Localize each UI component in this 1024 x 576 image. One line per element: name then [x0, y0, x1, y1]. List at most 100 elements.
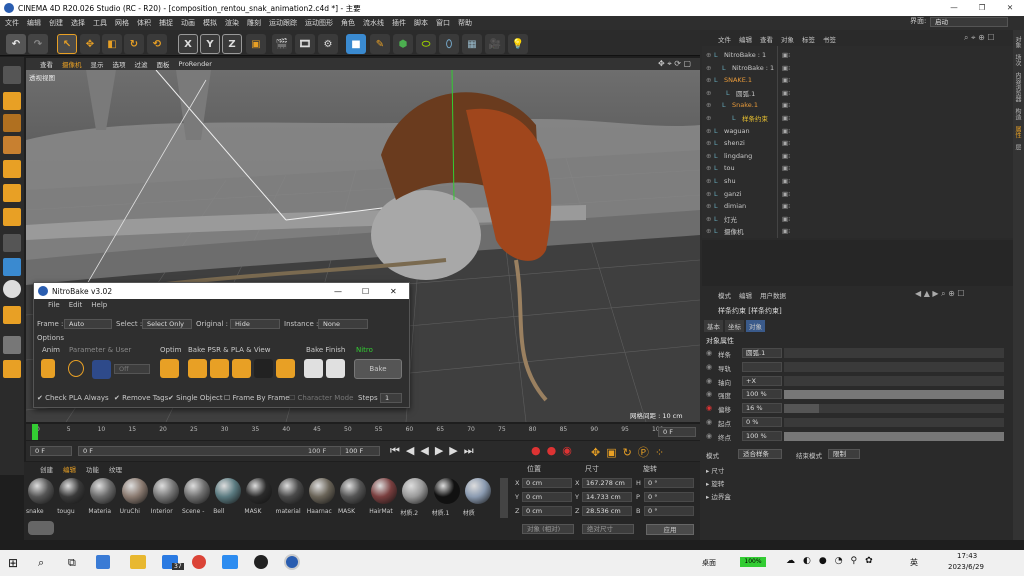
- expand-icon[interactable]: ⊕: [706, 215, 714, 223]
- viewport-menu-item[interactable]: 查看: [40, 59, 53, 69]
- start-frame-field[interactable]: 0 F: [30, 446, 72, 456]
- object-row[interactable]: ⊕ L 摄像机 ▣⁝: [706, 225, 1006, 237]
- bird-app-icon[interactable]: [222, 555, 238, 569]
- attribute-slider[interactable]: [784, 404, 1004, 414]
- material-thumbnail[interactable]: [464, 478, 491, 504]
- visibility-icon[interactable]: ▣⁝: [782, 101, 790, 109]
- expand-icon[interactable]: ⊕: [706, 202, 714, 210]
- menu-item[interactable]: 体积: [137, 18, 151, 28]
- menu-item[interactable]: 文件: [5, 18, 19, 28]
- material-tab[interactable]: 编辑: [63, 464, 76, 474]
- object-row[interactable]: ⊕ L SNAKE.1 ▣⁝: [706, 74, 1006, 86]
- instance-select[interactable]: None: [318, 319, 368, 329]
- material-scrollbar[interactable]: [500, 478, 508, 518]
- attribute-value[interactable]: [742, 361, 782, 372]
- side-tab[interactable]: 属性: [1013, 126, 1022, 138]
- material-thumbnail[interactable]: [121, 478, 148, 504]
- viewport-menu-item[interactable]: ProRender: [179, 60, 212, 68]
- dialog-menu-item[interactable]: File: [48, 301, 60, 309]
- object-row[interactable]: ⊕ L 灯光 ▣⁝: [706, 213, 1006, 225]
- parameter-icon[interactable]: [68, 360, 84, 377]
- expand-icon[interactable]: ⊕: [706, 51, 714, 59]
- menu-item[interactable]: 编辑: [27, 18, 41, 28]
- side-tab[interactable]: 内容浏览器: [1013, 72, 1022, 102]
- coordinate-system-icon[interactable]: ▣: [246, 34, 266, 54]
- object-row[interactable]: ⊕ Lganzi ▣⁝: [706, 188, 1006, 200]
- y-axis-icon[interactable]: Y: [200, 34, 220, 54]
- menu-item[interactable]: 选择: [71, 18, 85, 28]
- object-name[interactable]: Snake.1: [732, 101, 802, 109]
- object-manager-tab[interactable]: 对象: [781, 34, 794, 44]
- visibility-icon[interactable]: ▣⁝: [782, 127, 790, 135]
- dialog-maximize-icon[interactable]: ☐: [362, 287, 369, 296]
- light-icon[interactable]: 💡: [508, 34, 528, 54]
- attribute-radio[interactable]: ◉: [706, 404, 712, 412]
- material-thumbnail[interactable]: [59, 478, 86, 504]
- attribute-value[interactable]: 16 %: [742, 403, 782, 414]
- steps-input[interactable]: 1: [380, 393, 402, 403]
- attribute-slider[interactable]: [784, 431, 1004, 441]
- visibility-icon[interactable]: ▣⁝: [782, 51, 790, 59]
- rotation-field[interactable]: 0 °: [644, 492, 694, 502]
- size-field[interactable]: 14.733 cm: [582, 492, 632, 502]
- tray-icons[interactable]: ☁◐●◔⚲✿: [786, 556, 881, 566]
- object-row[interactable]: ⊕ Llingdang ▣⁝: [706, 150, 1006, 162]
- size-mode-select[interactable]: 绝对尺寸: [582, 524, 634, 534]
- recent-tool-icon[interactable]: ⟲: [147, 34, 167, 54]
- task-view-icon[interactable]: ⧉: [68, 556, 76, 570]
- object-row[interactable]: ⊕ Lwaguan ▣⁝: [706, 125, 1006, 137]
- material-tab[interactable]: 纹理: [109, 464, 122, 474]
- redo-icon[interactable]: ↷: [28, 34, 48, 54]
- select-mode-select[interactable]: Select Only: [142, 319, 192, 329]
- side-tab[interactable]: 构造: [1013, 108, 1022, 120]
- attribute-radio[interactable]: ◉: [706, 418, 712, 426]
- object-row[interactable]: ⊕ L 圆弧.1 ▣⁝: [706, 87, 1006, 99]
- attribute-field[interactable]: [784, 361, 1004, 372]
- move-tool-icon[interactable]: ✥: [80, 34, 100, 54]
- visibility-icon[interactable]: ▣⁝: [782, 114, 790, 122]
- position-field[interactable]: 0 cm: [522, 478, 572, 488]
- material-thumbnail[interactable]: [277, 478, 304, 504]
- menu-item[interactable]: 插件: [392, 18, 406, 28]
- menu-item[interactable]: 角色: [341, 18, 355, 28]
- x-axis-icon[interactable]: X: [178, 34, 198, 54]
- polygons-mode-icon[interactable]: [3, 208, 21, 226]
- apply-button[interactable]: 应用: [646, 524, 694, 535]
- render-settings-icon[interactable]: ⚙: [318, 34, 338, 54]
- cloner-icon[interactable]: ⬭: [416, 34, 436, 54]
- object-manager-tab[interactable]: 文件: [718, 34, 731, 44]
- object-manager-tab[interactable]: 书签: [823, 34, 836, 44]
- object-row[interactable]: ⊕ Lshu ▣⁝: [706, 175, 1006, 187]
- attribute-slider[interactable]: [784, 390, 1004, 400]
- z-axis-icon[interactable]: Z: [222, 34, 242, 54]
- attribute-radio[interactable]: ◉: [706, 377, 712, 385]
- render-view-icon[interactable]: 🎬: [272, 34, 292, 54]
- attribute-value[interactable]: +X: [742, 375, 782, 386]
- visibility-icon[interactable]: ▣⁝: [782, 227, 790, 235]
- size-field[interactable]: 28.536 cm: [582, 506, 632, 516]
- search-icon[interactable]: ⌕: [38, 556, 44, 570]
- attribute-value[interactable]: 100 %: [742, 389, 782, 400]
- menu-item[interactable]: 网格: [115, 18, 129, 28]
- bake-rotation-icon[interactable]: [232, 359, 251, 378]
- clock-time[interactable]: 17:43: [957, 552, 977, 560]
- object-row[interactable]: ⊕ Lshenzi ▣⁝: [706, 137, 1006, 149]
- expand-icon[interactable]: ⊕: [706, 101, 722, 109]
- timeline-end-frame[interactable]: 0 F: [658, 427, 696, 437]
- attribute-field[interactable]: [784, 348, 1004, 358]
- layout-select[interactable]: 启动: [930, 17, 1008, 27]
- deformer-icon[interactable]: ⬯: [439, 34, 459, 54]
- attribute-field[interactable]: [784, 375, 1004, 386]
- close-icon[interactable]: ✕: [996, 0, 1024, 16]
- scale-tool-icon[interactable]: ◧: [102, 34, 122, 54]
- subdivision-icon[interactable]: ⬢: [393, 34, 413, 54]
- viewport-menu-item[interactable]: 过滤: [135, 59, 148, 69]
- original-select[interactable]: Hide: [230, 319, 280, 329]
- lock-icon[interactable]: [3, 336, 21, 354]
- character-mode-checkbox[interactable]: ☐ Character Mode: [289, 394, 353, 402]
- anim-bake-icon[interactable]: [41, 359, 55, 378]
- attribute-radio[interactable]: ◉: [706, 349, 712, 357]
- object-row[interactable]: ⊕ L 样条约束 ▣⁝: [706, 112, 1006, 124]
- expand-icon[interactable]: ⊕: [706, 177, 714, 185]
- chrome-icon[interactable]: [192, 555, 206, 569]
